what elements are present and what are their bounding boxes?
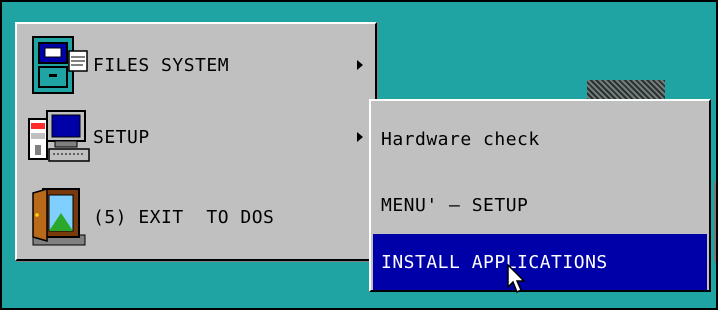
door-exit-icon (25, 185, 93, 249)
submenu-item-label: Hardware check (381, 128, 540, 150)
mouse-cursor-icon (507, 264, 526, 294)
menu-item-exit-to-dos[interactable]: (5) EXIT TO DOS (17, 182, 375, 252)
submenu-item-hardware-check[interactable]: Hardware check (373, 111, 707, 167)
submenu-item-label: MENU' – SETUP (381, 194, 529, 216)
submenu-arrow-icon (357, 60, 363, 70)
menu-item-files-system[interactable]: FILES SYSTEM (17, 30, 375, 100)
submenu-item-install-applications[interactable]: INSTALL APPLICATIONS (373, 234, 707, 290)
submenu-item-menu-setup[interactable]: MENU' – SETUP (373, 177, 707, 233)
dos-desktop: FILES SYSTEM SETUP (5) EXIT TO DOS Hardw… (0, 0, 718, 310)
background-edge-graphic (714, 182, 716, 262)
menu-item-label: SETUP (93, 126, 150, 148)
file-cabinet-icon (25, 33, 93, 97)
submenu-arrow-icon (357, 132, 363, 142)
setup-submenu: Hardware check MENU' – SETUP INSTALL APP… (369, 99, 711, 292)
menu-item-setup[interactable]: SETUP (17, 102, 375, 172)
main-menu: FILES SYSTEM SETUP (5) EXIT TO DOS (15, 22, 377, 261)
submenu-item-label: INSTALL APPLICATIONS (381, 251, 608, 273)
menu-item-label: FILES SYSTEM (93, 54, 230, 76)
menu-item-label: (5) EXIT TO DOS (93, 206, 275, 228)
computer-setup-icon (25, 105, 93, 169)
